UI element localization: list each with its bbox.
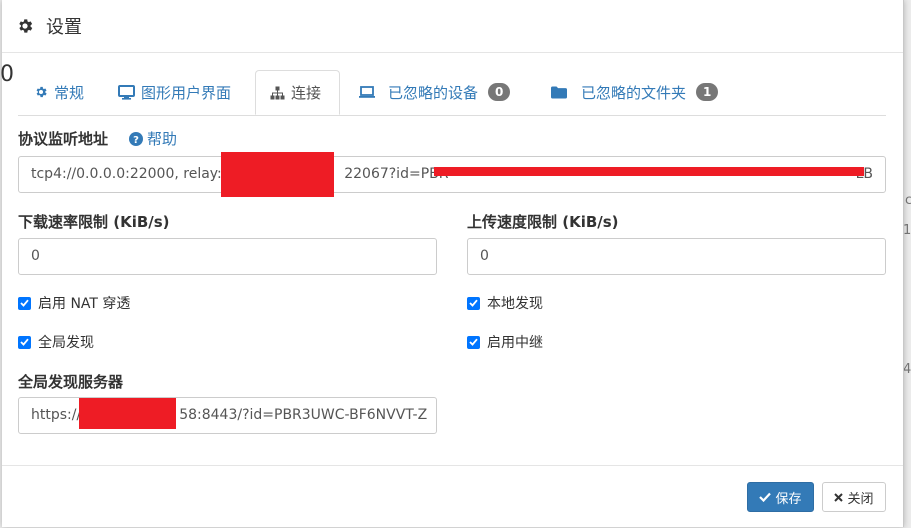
svg-text:?: ? <box>133 135 139 146</box>
settings-tabs: 常规 图形用户界面 连接 已忽略的设备 0 已忽略的文件夹 1 <box>18 70 886 116</box>
sitemap-icon <box>270 86 285 99</box>
background-text: 0 <box>0 62 14 87</box>
close-label: 关闭 <box>847 491 874 507</box>
ignored-folders-count-badge: 1 <box>696 83 719 101</box>
save-label: 保存 <box>775 491 802 507</box>
download-rate-value: 0 <box>31 248 40 264</box>
redaction-mark <box>79 398 176 429</box>
global-discovery-server-label: 全局发现服务器 <box>18 373 124 391</box>
gear-icon <box>36 86 47 98</box>
tab-connections[interactable]: 连接 <box>255 70 340 115</box>
background-text: c <box>905 193 911 208</box>
tab-general[interactable]: 常规 <box>34 70 84 114</box>
dialog-title: 设置 <box>46 17 82 38</box>
server-value-start: https:// <box>31 407 82 423</box>
tab-ignored-folders[interactable]: 已忽略的文件夹 1 <box>551 70 719 114</box>
background-text: 10 <box>903 223 911 238</box>
dialog-footer: 保存 关闭 <box>2 465 903 528</box>
upload-rate-value: 0 <box>480 248 489 264</box>
upload-rate-input[interactable]: 0 <box>467 238 886 275</box>
tab-label: 已忽略的文件夹 <box>581 83 687 102</box>
checkbox-checked-icon <box>18 335 31 349</box>
gear-icon <box>19 19 33 33</box>
tab-label: 已忽略的设备 <box>388 83 479 102</box>
global-discovery-label: 全局发现 <box>38 335 94 351</box>
help-label: 帮助 <box>147 130 178 148</box>
listen-value-middle: 22067?id=PBR <box>344 166 449 182</box>
download-rate-input[interactable]: 0 <box>18 238 437 275</box>
tab-gui[interactable]: 图形用户界面 <box>118 70 231 114</box>
folder-icon <box>551 86 567 98</box>
background-text: 4- <box>903 362 911 377</box>
desktop-icon <box>118 84 135 100</box>
nat-traversal-label: 启用 NAT 穿透 <box>38 296 131 312</box>
global-discovery-checkbox[interactable]: 全局发现 <box>18 332 94 352</box>
check-icon <box>759 492 772 502</box>
download-rate-label: 下载速率限制 (KiB/s) <box>18 213 170 231</box>
listen-value-start: tcp4://0.0.0.0:22000, relay:// <box>31 166 232 182</box>
redaction-mark <box>221 152 334 197</box>
listen-address-label: 协议监听地址 <box>18 130 109 148</box>
tab-label: 图形用户界面 <box>141 83 232 102</box>
redaction-mark <box>434 167 864 176</box>
ignored-devices-count-badge: 0 <box>488 83 511 101</box>
settings-dialog: 设置 常规 图形用户界面 连接 已忽略的设备 0 已忽略的文件夹 1 协议监听地… <box>2 0 904 527</box>
checkbox-checked-icon <box>467 296 480 310</box>
checkbox-checked-icon <box>18 296 31 310</box>
checkbox-checked-icon <box>467 335 480 349</box>
nat-traversal-checkbox[interactable]: 启用 NAT 穿透 <box>18 293 130 313</box>
close-button[interactable]: 关闭 <box>822 482 886 512</box>
laptop-icon <box>359 86 375 98</box>
tab-ignored-devices[interactable]: 已忽略的设备 0 <box>358 70 511 114</box>
tab-label: 连接 <box>291 84 322 102</box>
save-button[interactable]: 保存 <box>747 482 814 512</box>
enable-relay-label: 启用中继 <box>487 335 543 351</box>
dialog-header: 设置 <box>2 0 903 53</box>
upload-rate-label: 上传速度限制 (KiB/s) <box>467 213 619 231</box>
question-circle-icon: ? <box>129 131 143 146</box>
local-discovery-checkbox[interactable]: 本地发现 <box>467 293 543 313</box>
server-value-end: 58:8443/?id=PBR3UWC-BF6NVVT-Z <box>179 407 428 423</box>
local-discovery-label: 本地发现 <box>487 296 543 312</box>
enable-relay-checkbox[interactable]: 启用中继 <box>467 332 543 352</box>
close-icon <box>834 492 844 502</box>
help-link[interactable]: ? 帮助 <box>129 128 177 149</box>
tab-label: 常规 <box>54 83 85 102</box>
